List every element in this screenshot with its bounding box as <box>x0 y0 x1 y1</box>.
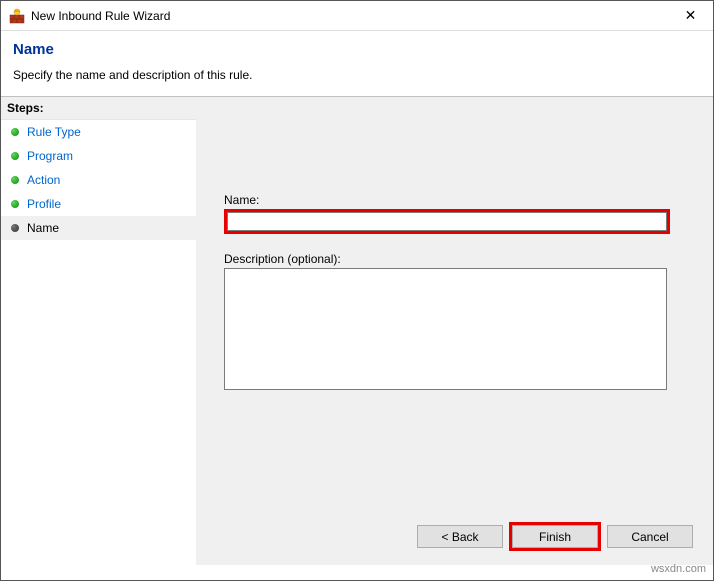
step-program[interactable]: Program <box>1 144 196 168</box>
page-title: Name <box>13 41 699 58</box>
wizard-buttons: < Back Finish Cancel <box>417 522 693 551</box>
close-icon: ✕ <box>685 7 697 24</box>
wizard-main-panel: Name: Description (optional): < Back Fin… <box>196 96 713 565</box>
step-label: Rule Type <box>27 125 81 139</box>
name-input-highlight <box>224 209 670 234</box>
close-button[interactable]: ✕ <box>668 1 713 30</box>
description-input[interactable] <box>224 268 667 390</box>
step-label: Action <box>27 173 60 187</box>
window-title: New Inbound Rule Wizard <box>31 9 668 23</box>
step-name[interactable]: Name <box>1 216 196 240</box>
step-done-icon <box>11 176 19 184</box>
page-description: Specify the name and description of this… <box>13 68 699 82</box>
wizard-header: Name Specify the name and description of… <box>1 31 713 96</box>
step-rule-type[interactable]: Rule Type <box>1 120 196 144</box>
step-profile[interactable]: Profile <box>1 192 196 216</box>
titlebar: New Inbound Rule Wizard ✕ <box>1 1 713 31</box>
step-done-icon <box>11 128 19 136</box>
step-label: Name <box>27 221 59 235</box>
finish-button[interactable]: Finish <box>512 525 598 548</box>
step-label: Profile <box>27 197 61 211</box>
firewall-icon <box>9 8 25 24</box>
steps-sidebar: Steps: Rule Type Program Action Profile … <box>1 96 196 565</box>
description-label: Description (optional): <box>224 252 685 266</box>
name-label: Name: <box>224 193 685 207</box>
step-current-icon <box>11 224 19 232</box>
step-label: Program <box>27 149 73 163</box>
step-action[interactable]: Action <box>1 168 196 192</box>
cancel-button[interactable]: Cancel <box>607 525 693 548</box>
steps-header: Steps: <box>1 97 196 120</box>
back-button[interactable]: < Back <box>417 525 503 548</box>
step-done-icon <box>11 152 19 160</box>
wizard-content: Steps: Rule Type Program Action Profile … <box>1 96 713 565</box>
step-done-icon <box>11 200 19 208</box>
name-input[interactable] <box>227 212 667 231</box>
finish-button-highlight: Finish <box>509 522 601 551</box>
